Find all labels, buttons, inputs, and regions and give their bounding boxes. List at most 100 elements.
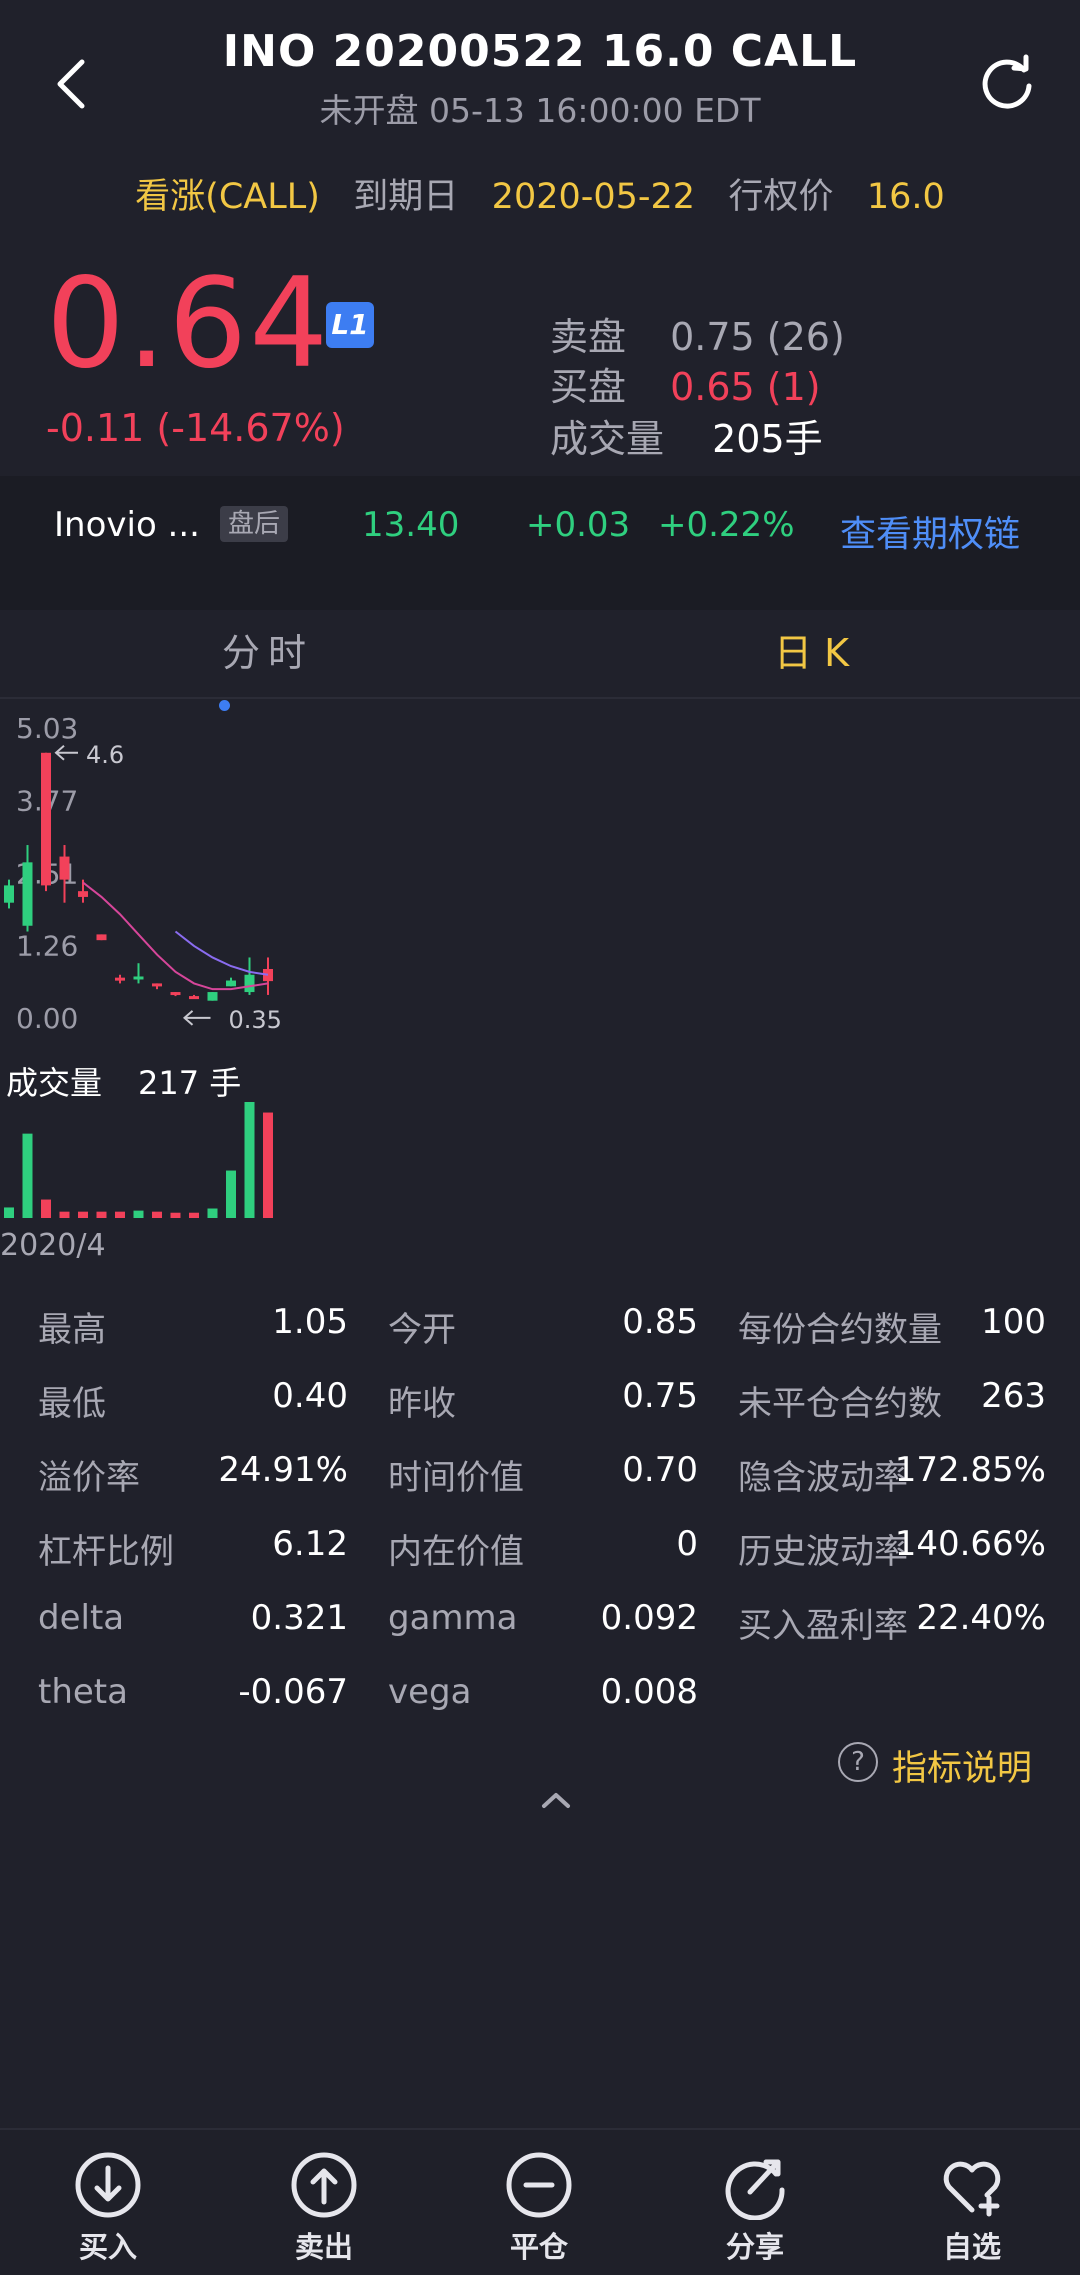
k-line-chart[interactable]: 5.033.772.511.260.004.60.35 (0, 706, 320, 1246)
stat-label: vega (388, 1672, 472, 1712)
volume-bar (152, 1211, 162, 1218)
candle-body (207, 992, 218, 1001)
underlying-name[interactable]: Inovio ... (54, 505, 200, 545)
buy-button[interactable]: 买入 (33, 2150, 183, 2266)
volume-bar (96, 1211, 107, 1218)
volume-bar (189, 1212, 199, 1218)
option-chain-link[interactable]: 查看期权链 (840, 505, 1020, 557)
volume-bar (133, 1210, 144, 1218)
volume-row: 成交量 205手 (550, 408, 823, 463)
stat-value: 22.40% (916, 1598, 1046, 1638)
sell-button[interactable]: 卖出 (249, 2150, 399, 2266)
help-icon[interactable]: ? (838, 1742, 878, 1782)
candle-body (78, 891, 88, 897)
stat-label: 杠杆比例 (38, 1532, 174, 1572)
buy-icon (75, 2152, 141, 2218)
volume-bar (59, 1211, 70, 1218)
page-title: INO 20200522 16.0 CALL (222, 26, 858, 77)
candle-body (226, 980, 236, 987)
stat-label: 最高 (38, 1310, 106, 1350)
stat-value: 0.70 (622, 1450, 698, 1490)
last-price: 0.64 (46, 252, 331, 396)
volume-bar (115, 1211, 125, 1218)
underlying-change-pct: +0.22% (658, 505, 795, 545)
indicator-help-link[interactable]: 指标说明 (892, 1740, 1032, 1791)
expiry-label: 到期日 (353, 177, 459, 217)
share-button[interactable]: 分享 (680, 2150, 830, 2266)
section-divider (0, 588, 1080, 610)
level-badge[interactable]: L1 (326, 302, 374, 348)
volume-chart-label: 成交量 (6, 1064, 103, 1102)
max-marker-label: 4.6 (86, 741, 124, 769)
stat-label: 今开 (388, 1310, 456, 1350)
candle-body (244, 974, 255, 993)
candle-body (189, 996, 199, 1000)
volume-bar (244, 1102, 255, 1218)
stat-label: gamma (388, 1598, 518, 1638)
bid-label: 买盘 (550, 365, 627, 409)
ma-long-line (174, 930, 269, 976)
tab-daily-k[interactable]: 日 K (774, 622, 849, 677)
bid-value: 0.65 (1) (670, 365, 821, 409)
volume-bar (170, 1212, 181, 1218)
ma-short-line (82, 881, 269, 991)
stat-label: 内在价值 (388, 1532, 524, 1572)
stat-label: theta (38, 1672, 128, 1712)
buy-label: 买入 (78, 2230, 137, 2264)
share-icon (725, 2159, 785, 2220)
stat-value: 0.321 (250, 1598, 348, 1638)
stat-value: 263 (981, 1376, 1046, 1416)
stat-value: 0.008 (600, 1672, 698, 1712)
min-marker-label: 0.35 (229, 1006, 282, 1034)
candle-body (96, 934, 107, 941)
candle-body (59, 856, 70, 880)
stat-label: delta (38, 1598, 125, 1638)
volume-chart-value: 217 手 (138, 1064, 242, 1102)
underlying-change: +0.03 (526, 505, 631, 545)
contract-info: 看涨(CALL) 到期日 2020-05-22 行权价 16.0 (0, 168, 1080, 219)
stat-value: 0.092 (600, 1598, 698, 1638)
chevron-up-icon (542, 1793, 570, 1808)
underlying-price: 13.40 (362, 505, 460, 545)
stat-value: -0.067 (238, 1672, 348, 1712)
stat-value: 140.66% (894, 1524, 1046, 1564)
candle-body (41, 752, 51, 886)
watchlist-icon (943, 2161, 1001, 2217)
refresh-icon (982, 54, 1032, 109)
watchlist-button[interactable]: 自选 (897, 2150, 1047, 2266)
collapse-icon[interactable] (536, 1786, 576, 1816)
close-position-label: 平仓 (509, 2230, 568, 2264)
strike-label: 行权价 (728, 177, 834, 217)
market-status: 未开盘 05-13 16:00:00 EDT (319, 91, 761, 130)
candle-body (115, 977, 125, 981)
sell-label: 卖出 (294, 2230, 353, 2264)
volume-bar (4, 1207, 14, 1218)
stat-label: 溢价率 (38, 1458, 140, 1498)
stat-label: 时间价值 (388, 1458, 524, 1498)
x-axis-label: 2020/4 (0, 1228, 106, 1263)
tab-intraday[interactable]: 分时 (222, 622, 314, 677)
volume-bar (226, 1170, 236, 1218)
stat-label: 买入盈利率 (738, 1606, 908, 1646)
session-badge: 盘后 (220, 506, 289, 542)
stat-label: 历史波动率 (738, 1532, 908, 1572)
stat-value: 24.91% (218, 1450, 348, 1490)
volume-bar (41, 1199, 51, 1218)
watchlist-label: 自选 (942, 2230, 1001, 2264)
stat-label: 昨收 (388, 1384, 456, 1424)
volume-bar (263, 1112, 273, 1218)
sell-icon (291, 2152, 357, 2218)
stat-value: 0 (676, 1524, 698, 1564)
option-direction: 看涨(CALL) (135, 177, 320, 217)
refresh-button[interactable] (972, 48, 1042, 118)
volume-label: 成交量 (550, 417, 665, 461)
close-position-icon (506, 2152, 572, 2218)
close-position-button[interactable]: 平仓 (464, 2150, 614, 2266)
stat-label: 最低 (38, 1384, 106, 1424)
stat-value: 1.05 (272, 1302, 348, 1342)
ask-label: 卖盘 (550, 315, 627, 359)
bid-row: 买盘 0.65 (1) (550, 356, 821, 411)
stat-value: 0.75 (622, 1376, 698, 1416)
stat-value: 0.40 (272, 1376, 348, 1416)
candle-body (133, 976, 144, 980)
